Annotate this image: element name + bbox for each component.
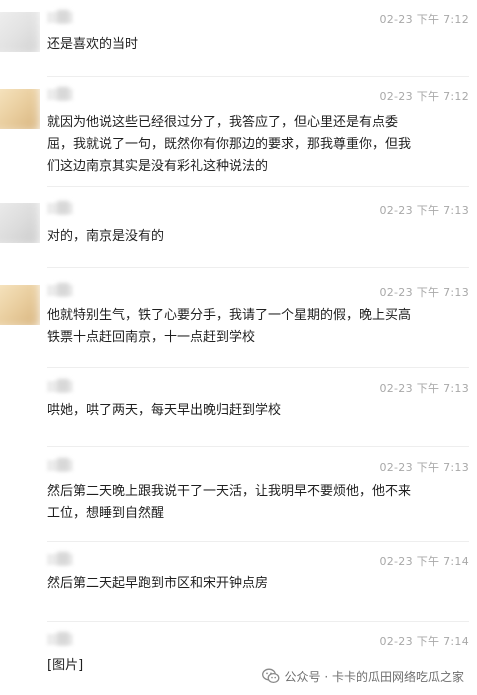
avatar-image — [0, 285, 40, 325]
watermark-text: 公众号 · 卡卡的瓜田网络吃瓜之家 — [284, 669, 464, 684]
avatar[interactable] — [0, 203, 40, 243]
avatar-image — [0, 12, 40, 52]
message-time: 02-23 下午 7:12 — [379, 13, 469, 26]
message-divider — [47, 267, 469, 268]
message-text: 他就特别生气，铁了心要分手，我请了一个星期的假，晚上买高 铁票十点赶回南京，十一… — [47, 308, 412, 345]
avatar[interactable] — [0, 12, 40, 52]
message-text: 还是喜欢的当时 — [47, 37, 139, 52]
avatar[interactable] — [0, 460, 40, 500]
message-time: 02-23 下午 7:13 — [379, 204, 469, 217]
avatar[interactable] — [0, 381, 40, 421]
message-text: 哄她，哄了两天，每天早出晚归赶到学校 — [47, 403, 282, 418]
avatar-image — [0, 554, 40, 594]
chat-message: 02-23 下午 7:13 他就特别生气，铁了心要分手，我请了一个星期的假，晚上… — [0, 273, 477, 369]
avatar[interactable] — [0, 634, 40, 674]
wechat-official-account-icon — [261, 668, 280, 684]
avatar[interactable] — [0, 554, 40, 594]
chat-message: 02-23 下午 7:12 就因为他说这些已经很过分了，我答应了，但心里还是有点… — [0, 77, 477, 187]
message-text: 然后第二天晚上跟我说干了一天活，让我明早不要烦他，他不来 工位，想睡到自然醒 — [47, 484, 412, 521]
avatar[interactable] — [0, 285, 40, 325]
chat-message: 02-23 下午 7:12 还是喜欢的当时 — [0, 0, 477, 77]
message-text: 就因为他说这些已经很过分了，我答应了，但心里还是有点委 屈，我就说了一句，既然你… — [47, 115, 412, 174]
avatar-image — [0, 203, 40, 243]
message-divider — [47, 367, 469, 368]
message-time: 02-23 下午 7:14 — [379, 555, 469, 568]
avatar-image — [0, 89, 40, 129]
avatar-image — [0, 381, 40, 421]
message-time: 02-23 下午 7:13 — [379, 382, 469, 395]
message-time: 02-23 下午 7:14 — [379, 635, 469, 648]
message-time: 02-23 下午 7:13 — [379, 461, 469, 474]
message-divider — [47, 186, 469, 187]
avatar-image — [0, 460, 40, 500]
message-text: 然后第二天起早跑到市区和宋开钟点房 — [47, 576, 269, 591]
chat-message: 02-23 下午 7:13 然后第二天晚上跟我说干了一天活，让我明早不要烦他，他… — [0, 448, 477, 542]
chat-message: 02-23 下午 7:13 对的，南京是没有的 — [0, 191, 477, 269]
message-divider — [47, 446, 469, 447]
watermark: 公众号 · 卡卡的瓜田网络吃瓜之家 — [261, 667, 464, 685]
chat-message: 02-23 下午 7:13 哄她，哄了两天，每天早出晚归赶到学校 — [0, 369, 477, 447]
avatar[interactable] — [0, 89, 40, 129]
message-time: 02-23 下午 7:12 — [379, 90, 469, 103]
message-text: 对的，南京是没有的 — [47, 229, 165, 244]
chat-message: 02-23 下午 7:14 然后第二天起早跑到市区和宋开钟点房 — [0, 542, 477, 622]
avatar-image — [0, 634, 40, 674]
message-time: 02-23 下午 7:13 — [379, 286, 469, 299]
